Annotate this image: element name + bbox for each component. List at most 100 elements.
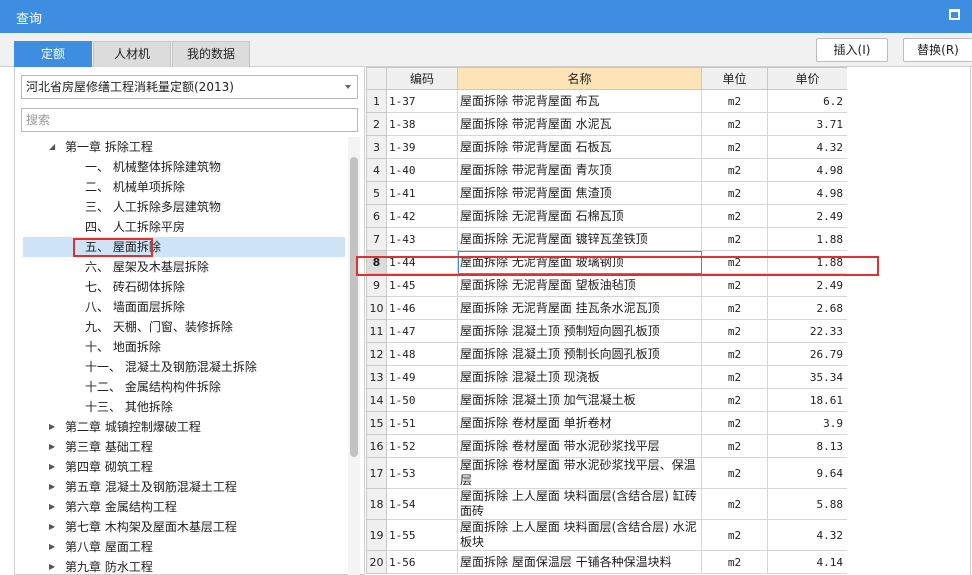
- tree-item[interactable]: 十二、 金属结构构件拆除: [23, 377, 345, 397]
- table-row[interactable]: 1 1-37 屋面拆除 带泥背屋面 布瓦 m2 6.2: [366, 89, 848, 113]
- tree-scrollbar-thumb[interactable]: [350, 157, 358, 457]
- cell-name[interactable]: 屋面拆除 带泥背屋面 焦渣顶: [457, 181, 702, 205]
- cell-unit[interactable]: m2: [701, 89, 768, 113]
- cell-price[interactable]: 6.2: [767, 89, 848, 113]
- table-row[interactable]: 14 1-50 屋面拆除 混凝土顶 加气混凝土板 m2 18.61: [366, 388, 848, 412]
- replace-button[interactable]: 替换(R): [903, 38, 972, 62]
- cell-unit[interactable]: m2: [701, 519, 768, 551]
- table-row[interactable]: 3 1-39 屋面拆除 带泥背屋面 石板瓦 m2 4.32: [366, 135, 848, 159]
- cell-code[interactable]: 1-47: [386, 319, 458, 343]
- cell-name[interactable]: 屋面拆除 带泥背屋面 石板瓦: [457, 135, 702, 159]
- cell-name[interactable]: 屋面拆除 带泥背屋面 水泥瓦: [457, 112, 702, 136]
- tree-item[interactable]: 七、 砖石砌体拆除: [23, 277, 345, 297]
- cell-price[interactable]: 9.64: [767, 457, 848, 489]
- cell-name[interactable]: 屋面拆除 带泥背屋面 青灰顶: [457, 158, 702, 182]
- collapsed-triangle-icon[interactable]: ▶: [49, 517, 55, 537]
- tree-item[interactable]: 十一、 混凝土及钢筋混凝土拆除: [23, 357, 345, 377]
- collapsed-triangle-icon[interactable]: ▶: [49, 437, 55, 457]
- cell-name[interactable]: 屋面拆除 无泥背屋面 挂瓦条水泥瓦顶: [457, 296, 702, 320]
- cell-code[interactable]: 1-37: [386, 89, 458, 113]
- maximize-icon[interactable]: [949, 9, 960, 20]
- cell-code[interactable]: 1-39: [386, 135, 458, 159]
- table-row[interactable]: 2 1-38 屋面拆除 带泥背屋面 水泥瓦 m2 3.71: [366, 112, 848, 136]
- cell-name[interactable]: 屋面拆除 带泥背屋面 布瓦: [457, 89, 702, 113]
- cell-code[interactable]: 1-40: [386, 158, 458, 182]
- tab-quota[interactable]: 定额: [14, 41, 92, 67]
- cell-unit[interactable]: m2: [701, 135, 768, 159]
- tree-item[interactable]: 四、 人工拆除平房: [23, 217, 345, 237]
- cell-code[interactable]: 1-56: [386, 550, 458, 574]
- cell-price[interactable]: 2.49: [767, 273, 848, 297]
- tree-item[interactable]: ▶ 第八章 屋面工程: [23, 537, 345, 557]
- cell-name[interactable]: 屋面拆除 卷材屋面 带水泥砂浆找平层、保温层: [457, 457, 702, 489]
- tree-item[interactable]: 十三、 其他拆除: [23, 397, 345, 417]
- tree-item[interactable]: ◢ 第一章 拆除工程: [23, 137, 345, 157]
- table-row[interactable]: 19 1-55 屋面拆除 上人屋面 块料面层(含结合层) 水泥板块 m2 4.32: [366, 519, 848, 551]
- cell-price[interactable]: 3.9: [767, 411, 848, 435]
- collapsed-triangle-icon[interactable]: ▶: [49, 497, 55, 517]
- tree-item[interactable]: ▶ 第四章 砌筑工程: [23, 457, 345, 477]
- cell-code[interactable]: 1-38: [386, 112, 458, 136]
- collapsed-triangle-icon[interactable]: ▶: [49, 537, 55, 557]
- table-row[interactable]: 13 1-49 屋面拆除 混凝土顶 现浇板 m2 35.34: [366, 365, 848, 389]
- table-row[interactable]: 17 1-53 屋面拆除 卷材屋面 带水泥砂浆找平层、保温层 m2 9.64: [366, 457, 848, 489]
- cell-unit[interactable]: m2: [701, 434, 768, 458]
- cell-code[interactable]: 1-46: [386, 296, 458, 320]
- tree-item[interactable]: 九、 天棚、门窗、装修拆除: [23, 317, 345, 337]
- cell-price[interactable]: 26.79: [767, 342, 848, 366]
- cell-code[interactable]: 1-43: [386, 227, 458, 251]
- cell-price[interactable]: 4.98: [767, 181, 848, 205]
- tree-item[interactable]: ▶ 第五章 混凝土及钢筋混凝土工程: [23, 477, 345, 497]
- tree-item[interactable]: ▶ 第九章 防水工程: [23, 557, 345, 575]
- cell-price[interactable]: 1.88: [767, 227, 848, 251]
- table-row[interactable]: 18 1-54 屋面拆除 上人屋面 块料面层(含结合层) 缸砖面砖 m2 5.88: [366, 488, 848, 520]
- cell-code[interactable]: 1-41: [386, 181, 458, 205]
- tree-item[interactable]: 三、 人工拆除多层建筑物: [23, 197, 345, 217]
- cell-price[interactable]: 18.61: [767, 388, 848, 412]
- table-row[interactable]: 12 1-48 屋面拆除 混凝土顶 预制长向圆孔板顶 m2 26.79: [366, 342, 848, 366]
- cell-price[interactable]: 5.88: [767, 488, 848, 520]
- quota-library-select[interactable]: 河北省房屋修缮工程消耗量定额(2013): [21, 75, 358, 99]
- collapsed-triangle-icon[interactable]: ▶: [49, 557, 55, 575]
- cell-code[interactable]: 1-55: [386, 519, 458, 551]
- table-row[interactable]: 10 1-46 屋面拆除 无泥背屋面 挂瓦条水泥瓦顶 m2 2.68: [366, 296, 848, 320]
- table-row[interactable]: 11 1-47 屋面拆除 混凝土顶 预制短向圆孔板顶 m2 22.33: [366, 319, 848, 343]
- cell-name[interactable]: 屋面拆除 混凝土顶 加气混凝土板: [457, 388, 702, 412]
- cell-unit[interactable]: m2: [701, 227, 768, 251]
- tree-item[interactable]: ▶ 第七章 木构架及屋面木基层工程: [23, 517, 345, 537]
- cell-unit[interactable]: m2: [701, 550, 768, 574]
- cell-code[interactable]: 1-42: [386, 204, 458, 228]
- tree-item[interactable]: 八、 墙面面层拆除: [23, 297, 345, 317]
- collapsed-triangle-icon[interactable]: ▶: [49, 417, 55, 437]
- cell-unit[interactable]: m2: [701, 411, 768, 435]
- tab-labor-material-machine[interactable]: 人材机: [93, 41, 171, 67]
- cell-name[interactable]: 屋面拆除 无泥背屋面 望板油毡顶: [457, 273, 702, 297]
- column-header-code[interactable]: 编码: [386, 67, 458, 90]
- cell-unit[interactable]: m2: [701, 388, 768, 412]
- cell-name[interactable]: 屋面拆除 混凝土顶 现浇板: [457, 365, 702, 389]
- cell-code[interactable]: 1-51: [386, 411, 458, 435]
- cell-price[interactable]: 4.98: [767, 158, 848, 182]
- cell-unit[interactable]: m2: [701, 273, 768, 297]
- cell-code[interactable]: 1-52: [386, 434, 458, 458]
- cell-name[interactable]: 屋面拆除 屋面保温层 干铺各种保温块料: [457, 550, 702, 574]
- tree-item[interactable]: ▶ 第二章 城镇控制爆破工程: [23, 417, 345, 437]
- cell-code[interactable]: 1-53: [386, 457, 458, 489]
- cell-unit[interactable]: m2: [701, 342, 768, 366]
- tree-item[interactable]: 二、 机械单项拆除: [23, 177, 345, 197]
- cell-code[interactable]: 1-50: [386, 388, 458, 412]
- table-row[interactable]: 4 1-40 屋面拆除 带泥背屋面 青灰顶 m2 4.98: [366, 158, 848, 182]
- cell-price[interactable]: 8.13: [767, 434, 848, 458]
- cell-price[interactable]: 35.34: [767, 365, 848, 389]
- cell-unit[interactable]: m2: [701, 296, 768, 320]
- cell-code[interactable]: 1-48: [386, 342, 458, 366]
- cell-price[interactable]: 4.32: [767, 519, 848, 551]
- cell-price[interactable]: 2.68: [767, 296, 848, 320]
- table-row[interactable]: 5 1-41 屋面拆除 带泥背屋面 焦渣顶 m2 4.98: [366, 181, 848, 205]
- table-row[interactable]: 9 1-45 屋面拆除 无泥背屋面 望板油毡顶 m2 2.49: [366, 273, 848, 297]
- column-header-name[interactable]: 名称: [457, 67, 702, 90]
- cell-unit[interactable]: m2: [701, 158, 768, 182]
- tree-item[interactable]: 五、 屋面拆除: [23, 237, 345, 257]
- table-row[interactable]: 6 1-42 屋面拆除 无泥背屋面 石棉瓦顶 m2 2.49: [366, 204, 848, 228]
- cell-unit[interactable]: m2: [701, 488, 768, 520]
